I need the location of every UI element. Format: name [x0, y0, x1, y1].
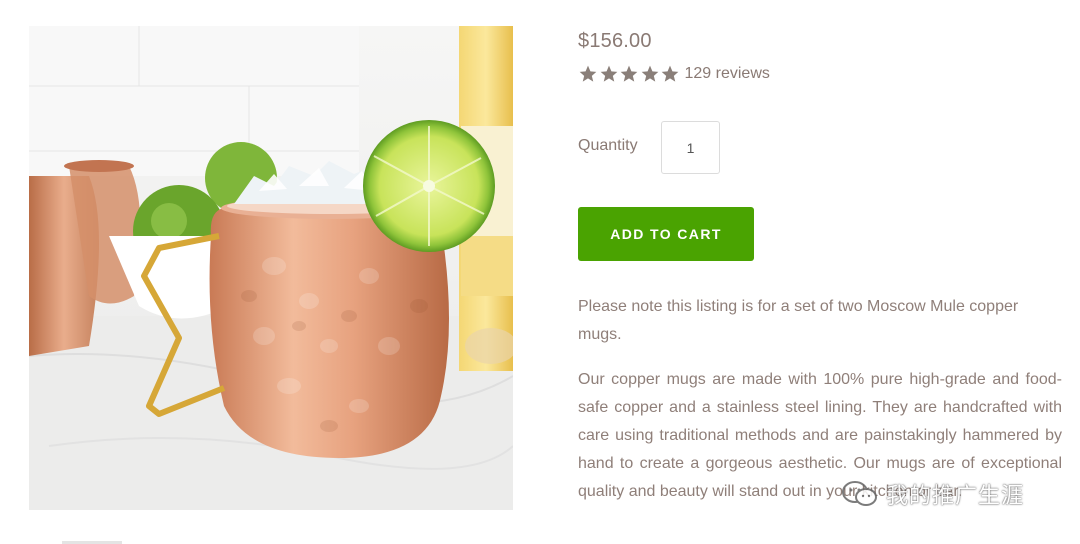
star-icon	[620, 65, 638, 82]
star-icon	[661, 65, 679, 82]
product-image[interactable]	[29, 26, 513, 510]
quantity-input[interactable]	[661, 121, 720, 174]
product-price: $156.00	[578, 30, 652, 52]
watermark-text: 我的推广生涯	[886, 483, 1025, 508]
quantity-label: Quantity	[578, 137, 638, 154]
star-icon	[600, 65, 617, 82]
watermark: 我的推广生涯	[840, 478, 1024, 510]
description-paragraph: Please note this listing is for a set of…	[578, 298, 1019, 343]
copper-mug-illustration	[29, 26, 513, 510]
product-page: $156.00 129 reviews Quantity ADD TO CART…	[0, 0, 1080, 544]
reviews-count-link[interactable]: 129 reviews	[685, 65, 770, 83]
star-icon	[641, 65, 658, 82]
rating-stars	[578, 64, 681, 84]
star-icon	[579, 65, 597, 82]
wechat-icon	[842, 481, 877, 506]
add-to-cart-button[interactable]: ADD TO CART	[578, 207, 754, 261]
product-rating[interactable]: 129 reviews	[578, 63, 770, 85]
